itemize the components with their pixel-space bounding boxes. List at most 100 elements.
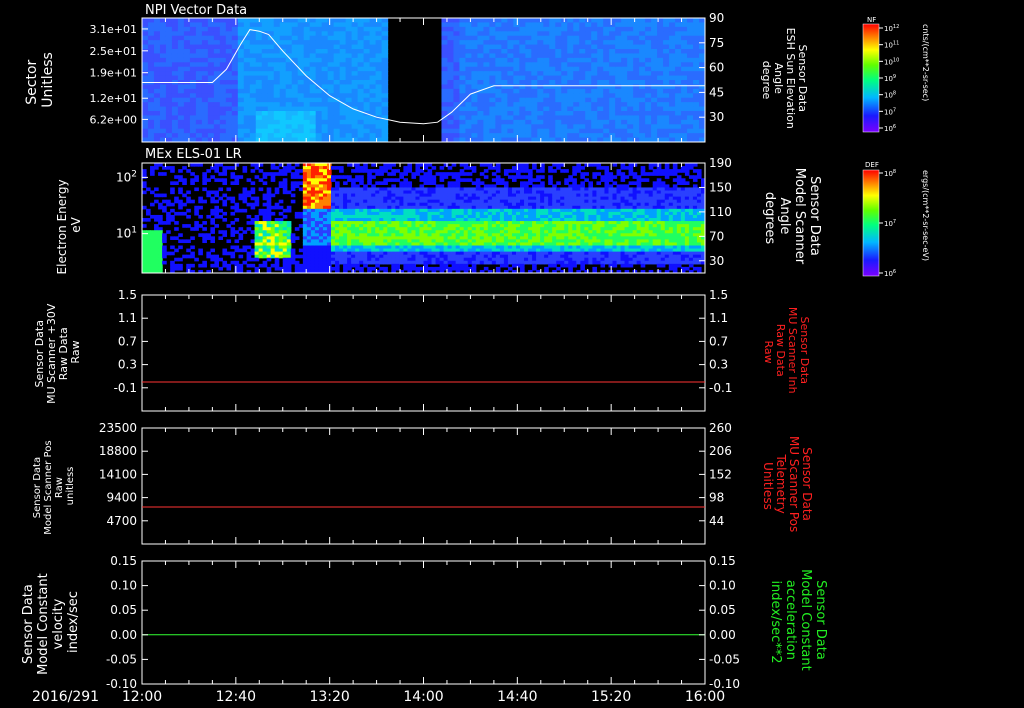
heatmap-cell [231, 106, 239, 112]
spectrogram-cell [230, 260, 236, 265]
heatmap-cell [483, 97, 490, 103]
heatmap-cell [147, 106, 155, 112]
heatmap-cell [147, 93, 155, 99]
heatmap-cell [291, 88, 299, 94]
heatmap-cell [615, 106, 622, 112]
heatmap-cell [249, 18, 257, 24]
heatmap-cell [579, 133, 586, 139]
heatmap-cell [615, 71, 622, 77]
heatmap-cell [255, 80, 263, 86]
heatmap-cell [291, 18, 299, 24]
spectrogram-cell [507, 260, 513, 265]
spectrogram-cell [395, 266, 400, 271]
heatmap-cell [357, 53, 365, 59]
spectrogram-cell [371, 175, 376, 179]
heatmap-cell [651, 111, 658, 117]
heatmap-cell [381, 75, 389, 81]
heatmap-cell [477, 53, 484, 59]
heatmap-cell [183, 106, 191, 112]
heatmap-cell [477, 40, 484, 46]
heatmap-cell [183, 84, 191, 90]
heatmap-cell [561, 119, 568, 125]
colorbar-tick-label: 106 [884, 124, 896, 133]
spectrogram-cell [190, 227, 195, 231]
spectrogram-cell [532, 166, 537, 170]
heatmap-cell [603, 75, 610, 81]
spectrogram-cell [391, 172, 396, 176]
heatmap-cell [561, 88, 568, 94]
spectrogram-cell [254, 175, 260, 179]
heatmap-cell [663, 84, 670, 90]
heatmap-cell [471, 49, 479, 55]
heatmap-cell [189, 40, 197, 46]
heatmap-cell [177, 44, 185, 50]
heatmap-cell [369, 22, 377, 28]
heatmap-cell [477, 44, 484, 50]
heatmap-cell [447, 88, 455, 94]
spectrogram-cell [503, 263, 509, 268]
spectrogram-cell [210, 221, 215, 225]
heatmap-cell [249, 97, 257, 103]
spectrogram-cell [331, 266, 336, 271]
heatmap-cell [693, 119, 700, 125]
heatmap-cell [237, 49, 245, 55]
heatmap-cell [549, 35, 556, 41]
heatmap-cell [142, 111, 149, 117]
heatmap-cell [333, 22, 341, 28]
heatmap-cell [531, 53, 538, 59]
heatmap-cell [231, 22, 239, 28]
heatmap-cell [441, 97, 449, 103]
heatmap-cell [507, 119, 514, 125]
heatmap-cell [369, 124, 377, 130]
heatmap-cell [201, 93, 209, 99]
heatmap-cell [285, 75, 293, 81]
spectrogram-cell [371, 260, 376, 265]
heatmap-cell [669, 31, 676, 37]
heatmap-cell [285, 22, 293, 28]
heatmap-cell [273, 102, 281, 108]
spectrogram-cell [515, 263, 521, 268]
heatmap-cell [249, 93, 257, 99]
spectrogram-cell [186, 199, 191, 204]
heatmap-cell [645, 84, 652, 90]
spectrogram-cell [254, 166, 260, 170]
heatmap-cell [237, 97, 245, 103]
heatmap-cell [207, 31, 215, 37]
heatmap-cell [627, 53, 634, 59]
heatmap-cell [501, 84, 508, 90]
heatmap-cell [639, 53, 646, 59]
heatmap-cell [483, 44, 490, 50]
heatmap-cell [351, 93, 359, 99]
heatmap-cell [363, 119, 371, 125]
heatmap-cell [303, 115, 311, 121]
heatmap-cell [327, 119, 335, 125]
heatmap-cell [363, 57, 371, 63]
heatmap-cell [663, 128, 670, 134]
spectrogram-cell [158, 172, 163, 176]
heatmap-cell [507, 115, 514, 121]
heatmap-cell [561, 53, 568, 59]
heatmap-cell [639, 93, 646, 99]
heatmap-cell [657, 111, 664, 117]
heatmap-cell [453, 31, 461, 37]
heatmap-cell [267, 133, 275, 139]
y-axis-label: Sector Unitless [24, 52, 56, 108]
heatmap-cell [183, 26, 191, 32]
spectrogram-cell [246, 214, 252, 219]
heatmap-cell [369, 97, 377, 103]
heatmap-cell [255, 111, 263, 117]
heatmap-cell [513, 57, 520, 63]
heatmap-cell [279, 80, 287, 86]
heatmap-cell [495, 71, 502, 77]
heatmap-cell [459, 80, 467, 86]
heatmap-cell [441, 40, 449, 46]
heatmap-cell [555, 88, 562, 94]
heatmap-cell [231, 75, 239, 81]
heatmap-cell [459, 22, 467, 28]
heatmap-cell [237, 124, 245, 130]
heatmap-cell [615, 119, 622, 125]
heatmap-cell [681, 57, 688, 63]
heatmap-cell [477, 106, 484, 112]
heatmap-cell [213, 93, 221, 99]
heatmap-cell [615, 35, 622, 41]
